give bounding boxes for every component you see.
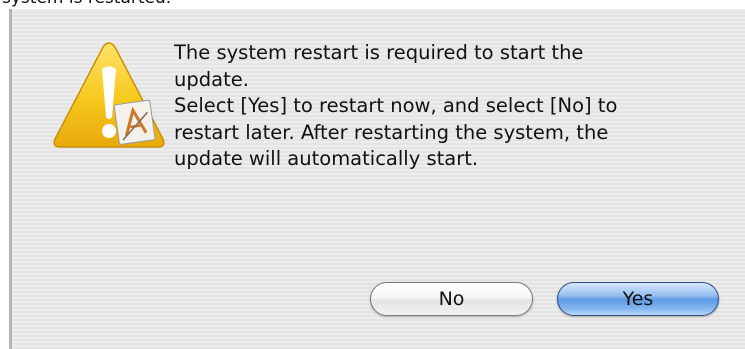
alert-warning-icon (53, 42, 165, 148)
message-line: update. (174, 67, 249, 91)
alert-message: The system restart is required to start … (174, 40, 694, 173)
yes-button[interactable]: Yes (557, 282, 719, 316)
background-text-strip: system is restarted. (0, 0, 745, 9)
message-line: The system restart is required to start … (174, 41, 584, 64)
message-line: Select [Yes] to restart now, and select … (174, 94, 618, 117)
no-button[interactable]: No (370, 282, 533, 316)
message-line: restart later. After restarting the syst… (174, 120, 609, 144)
background-text: system is restarted. (2, 0, 171, 8)
alert-dialog: The system restart is required to start … (9, 9, 745, 349)
message-line: update will automatically start. (174, 147, 479, 170)
